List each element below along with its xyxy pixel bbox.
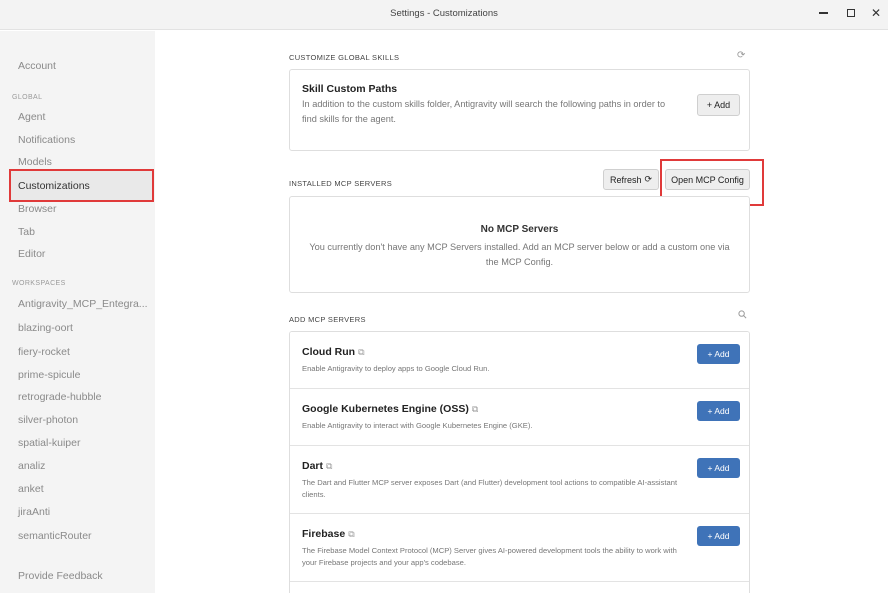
close-icon: ✕ [870,6,882,20]
sidebar-item-workspace[interactable]: fiery-rocket [18,346,70,358]
search-icon[interactable] [738,310,747,322]
sidebar-item-label: Customizations [18,180,90,192]
sidebar-item-browser[interactable]: Browser [18,203,57,215]
server-description: The Firebase Model Context Protocol (MCP… [302,546,677,567]
refresh-icon[interactable]: ⟳ [737,50,745,61]
skills-title: Skill Custom Paths [302,83,398,95]
sidebar-item-workspace[interactable]: analiz [18,460,45,472]
sidebar-item-account[interactable]: Account [18,60,56,72]
list-item: Google Kubernetes Engine (OSS) ⧉ Enable A… [290,389,749,446]
server-name: Dart ⧉ [302,460,333,472]
empty-title: No MCP Servers [480,224,559,235]
external-link-icon: ⧉ [471,404,479,414]
external-link-icon: ⧉ [326,461,333,471]
refresh-button[interactable]: Refresh ⟳ [603,169,659,190]
settings-content: CUSTOMIZE GLOBAL SKILLS ⟳ Skill Custom P… [155,31,888,593]
add-servers-list: Cloud Run ⧉ Enable Antigravity to deploy … [289,331,750,593]
sidebar-item-editor[interactable]: Editor [18,248,45,260]
close-button[interactable]: ✕ [866,5,886,21]
server-name: Firebase ⧉ [302,528,355,540]
settings-sidebar: Account GLOBAL Agent Notifications Model… [0,31,155,593]
server-description: The Dart and Flutter MCP server exposes … [302,478,678,499]
add-server-button[interactable]: + Add [697,344,740,364]
server-name: Cloud Run ⧉ [302,346,365,358]
sidebar-item-workspace[interactable]: retrograde-hubble [18,391,101,403]
sidebar-item-workspace[interactable]: blazing-oort [18,322,73,334]
section-label-skills: CUSTOMIZE GLOBAL SKILLS [289,53,400,62]
section-label-add: ADD MCP SERVERS [289,315,366,324]
sidebar-item-tab[interactable]: Tab [18,226,35,238]
external-link-icon: ⧉ [358,347,365,357]
sidebar-item-agent[interactable]: Agent [18,111,45,123]
skills-description: In addition to the custom skills folder,… [302,99,666,124]
refresh-icon: ⟳ [644,174,653,184]
server-description: Enable Antigravity to deploy apps to Goo… [302,364,490,373]
refresh-label: Refresh [609,174,642,185]
empty-text: You currently don't have any MCP Servers… [309,242,730,267]
list-item: Firebase ⧉ The Firebase Model Context Pro… [290,514,749,582]
add-server-button[interactable]: + Add [697,401,740,421]
sidebar-item-workspace[interactable]: Antigravity_MCP_Entegra... [18,298,148,310]
add-skill-path-button[interactable]: + Add [697,94,740,116]
sidebar-item-models[interactable]: Models [18,156,52,168]
add-server-button[interactable]: + Add [697,458,740,478]
add-server-button[interactable]: + Add [697,526,740,546]
minimize-icon [818,12,828,14]
sidebar-item-workspace[interactable]: semanticRouter [18,530,92,542]
window-title: Settings - Customizations [390,8,498,19]
server-description: Enable Antigravity to interact with Goog… [302,421,533,430]
maximize-button[interactable] [841,5,861,21]
sidebar-item-notifications[interactable]: Notifications [18,134,75,146]
list-item: Cloud Run ⧉ Enable Antigravity to deploy … [290,332,749,389]
list-item: Dart ⧉ The Dart and Flutter MCP server ex… [290,446,749,514]
sidebar-item-workspace[interactable]: silver-photon [18,414,78,426]
section-label-installed: INSTALLED MCP SERVERS [289,179,392,188]
installed-servers-empty-state: No MCP Servers You currently don't have … [289,196,750,293]
server-name: Google Kubernetes Engine (OSS) ⧉ [302,403,479,415]
maximize-icon [847,9,855,17]
sidebar-item-workspace[interactable]: jiraAnti [18,506,50,518]
sidebar-item-customizations[interactable]: Customizations [9,169,154,202]
sidebar-item-workspace[interactable]: prime-spicule [18,369,80,381]
sidebar-item-workspace[interactable]: anket [18,483,44,495]
minimize-button[interactable] [813,5,833,21]
sidebar-item-workspace[interactable]: spatial-kuiper [18,437,80,449]
sidebar-heading-global: GLOBAL [12,94,43,101]
sidebar-heading-workspaces: WORKSPACES [12,280,66,287]
external-link-icon: ⧉ [348,529,355,539]
title-bar: Settings - Customizations ✕ [0,0,888,30]
sidebar-item-feedback[interactable]: Provide Feedback [18,570,103,582]
skills-card: Skill Custom Paths In addition to the cu… [289,69,750,151]
